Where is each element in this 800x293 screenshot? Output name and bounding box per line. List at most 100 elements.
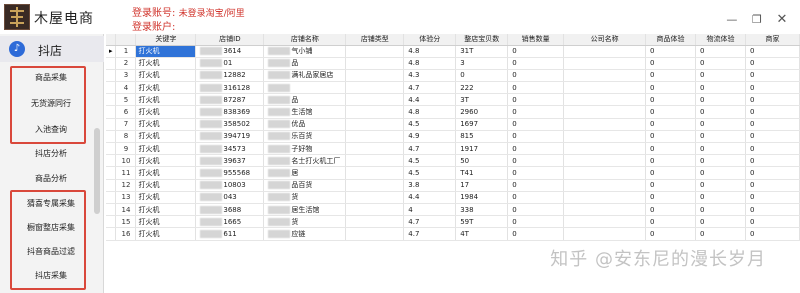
product-experience-cell[interactable]: 0 [645,118,696,131]
keyword-cell[interactable]: 打火机 [135,118,197,131]
sales-count-cell[interactable]: 0 [507,57,565,70]
product-count-cell[interactable]: 59T [455,215,509,229]
row-number[interactable]: 11 [115,166,137,180]
sidebar-item-shop-analysis[interactable]: 抖店分析 [12,142,90,166]
shop-type-cell[interactable] [345,203,405,217]
company-name-cell[interactable] [563,105,647,119]
sales-count-cell[interactable]: 0 [507,105,565,119]
row-indicator[interactable] [106,166,117,180]
shop-id-header[interactable]: 店铺ID [195,34,265,46]
shop-type-header[interactable]: 店铺类型 [345,34,405,46]
logistics-experience-cell[interactable]: 0 [695,69,746,83]
sales-count-cell[interactable]: 0 [507,130,565,144]
row-number[interactable]: 15 [115,215,137,229]
table-row[interactable]: 13 打火机 043 货 4.4 1984 0 0 0 0 [106,191,800,204]
company-name-cell[interactable] [563,130,647,144]
keyword-cell[interactable]: 打火机 [135,166,197,180]
row-indicator[interactable] [106,105,117,119]
shop-type-cell[interactable] [345,105,405,119]
logistics-experience-cell[interactable]: 0 [695,45,746,58]
table-row[interactable]: 5 打火机 87287 品 4.4 3T 0 0 0 0 [106,93,800,107]
sidebar-item-shop-collect[interactable]: 抖店采集 [12,264,90,288]
shop-name-cell[interactable]: 名士打火机工厂 [263,154,347,168]
shop-type-cell[interactable] [345,179,405,192]
row-indicator[interactable] [106,142,117,156]
shop-name-cell[interactable]: 品百货 [263,179,347,192]
shop-name-cell[interactable]: 生活馆 [263,105,347,119]
shop-name-cell[interactable] [263,81,347,95]
merchant-cell[interactable]: 0 [745,215,800,229]
table-row[interactable]: 8 打火机 394719 乐百货 4.9 815 0 0 0 0 [106,130,800,144]
row-number[interactable]: 8 [115,130,137,144]
row-number[interactable]: 14 [115,203,137,217]
table-row[interactable]: ▸ 1 打火机 3614 气小铺 4.8 31T 0 0 0 0 [106,45,800,58]
sidebar-item-no-source-peers[interactable]: 无货源同行 [12,92,90,116]
product-count-cell[interactable]: 3 [455,57,509,70]
experience-score-cell[interactable]: 4.9 [403,130,457,144]
indicator-header[interactable] [106,34,117,46]
row-number[interactable]: 9 [115,142,137,156]
keyword-cell[interactable]: 打火机 [135,105,197,119]
product-count-cell[interactable]: 0 [455,69,509,83]
merchant-cell[interactable]: 0 [745,57,800,70]
shop-id-cell[interactable]: 043 [195,191,265,204]
product-experience-header[interactable]: 商品体验 [645,34,696,46]
table-row[interactable]: 16 打火机 611 应链 4.7 4T 0 0 0 0 [106,227,800,241]
keyword-cell[interactable]: 打火机 [135,81,197,95]
shop-type-cell[interactable] [345,69,405,83]
sidebar-item-product-collect[interactable]: 商品采集 [12,66,90,90]
logistics-experience-cell[interactable]: 0 [695,118,746,131]
keyword-cell[interactable]: 打火机 [135,45,197,58]
shop-id-cell[interactable]: 3688 [195,203,265,217]
experience-score-cell[interactable]: 4.4 [403,93,457,107]
shop-id-cell[interactable]: 316128 [195,81,265,95]
product-experience-cell[interactable]: 0 [645,130,696,144]
row-number[interactable]: 16 [115,227,137,241]
shop-name-cell[interactable]: 气小铺 [263,45,347,58]
row-indicator[interactable]: ▸ [106,45,117,58]
product-experience-cell[interactable]: 0 [645,142,696,156]
product-count-cell[interactable]: 4T [455,227,509,241]
company-name-cell[interactable] [563,203,647,217]
product-experience-cell[interactable]: 0 [645,81,696,95]
company-name-cell[interactable] [563,215,647,229]
keyword-cell[interactable]: 打火机 [135,69,197,83]
sales-count-cell[interactable]: 0 [507,69,565,83]
sidebar-item-window-shop-collect[interactable]: 橱窗整店采集 [12,216,90,240]
experience-score-cell[interactable]: 4.7 [403,81,457,95]
experience-score-cell[interactable]: 4.8 [403,105,457,119]
logistics-experience-cell[interactable]: 0 [695,191,746,204]
shop-type-cell[interactable] [345,227,405,241]
experience-score-cell[interactable]: 4.7 [403,215,457,229]
shop-type-cell[interactable] [345,166,405,180]
row-number[interactable]: 4 [115,81,137,95]
keyword-cell[interactable]: 打火机 [135,130,197,144]
shop-id-cell[interactable]: 611 [195,227,265,241]
merchant-cell[interactable]: 0 [745,154,800,168]
table-row[interactable]: 14 打火机 3688 居生活馆 4 338 0 0 0 0 [106,203,800,217]
shop-id-cell[interactable]: 394719 [195,130,265,144]
experience-score-cell[interactable]: 4.7 [403,227,457,241]
experience-score-cell[interactable]: 4.8 [403,57,457,70]
row-number[interactable]: 2 [115,57,137,70]
shop-type-cell[interactable] [345,142,405,156]
merchant-header[interactable]: 商家 [745,34,800,46]
row-number[interactable]: 5 [115,93,137,107]
table-row[interactable]: 2 打火机 01 品 4.8 3 0 0 0 0 [106,57,800,70]
sales-count-cell[interactable]: 0 [507,227,565,241]
restore-icon[interactable]: ❐ [747,11,767,29]
row-indicator[interactable] [106,93,117,107]
logistics-experience-cell[interactable]: 0 [695,203,746,217]
shop-type-cell[interactable] [345,154,405,168]
product-experience-cell[interactable]: 0 [645,45,696,58]
product-experience-cell[interactable]: 0 [645,105,696,119]
table-row[interactable]: 9 打火机 34573 子好物 4.7 1917 0 0 0 0 [106,142,800,156]
shop-name-cell[interactable]: 品 [263,57,347,70]
merchant-cell[interactable]: 0 [745,118,800,131]
logistics-experience-cell[interactable]: 0 [695,130,746,144]
product-count-cell[interactable]: T41 [455,166,509,180]
logistics-experience-cell[interactable]: 0 [695,93,746,107]
product-count-cell[interactable]: 1984 [455,191,509,204]
sales-count-cell[interactable]: 0 [507,191,565,204]
logistics-experience-cell[interactable]: 0 [695,105,746,119]
